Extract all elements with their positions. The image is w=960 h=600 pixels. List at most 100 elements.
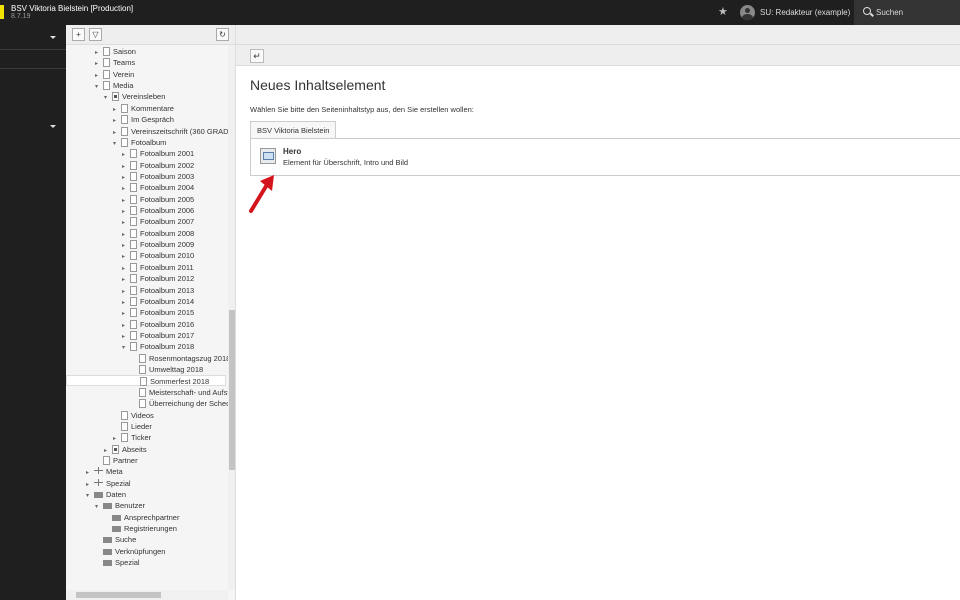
tree-horizontal-scrollbar[interactable] [66,590,228,600]
tree-node[interactable]: Meisterschaft- und Aufstiegsfeier [131,387,228,398]
hero-element-title[interactable]: Hero [283,147,301,156]
page-icon [121,433,128,443]
module-group-file[interactable] [0,114,66,139]
tree-node[interactable]: ▾ Fotoalbum [113,137,166,148]
tree-node[interactable]: Partner [95,455,138,466]
page-icon [130,183,137,193]
tree-node[interactable]: ▸ Fotoalbum 2008 [122,228,194,239]
tree-node[interactable]: ▸ Fotoalbum 2009 [122,239,194,250]
bookmark-star-icon[interactable]: ★ [718,6,728,18]
typo3-logo[interactable] [0,5,4,19]
tree-node[interactable]: Umwelttag 2018 [131,364,203,375]
folder-icon [103,537,112,544]
module-group-web[interactable] [0,25,66,50]
tree-node[interactable]: ▸ Meta [86,466,123,477]
refresh-tree-button[interactable]: ↻ [216,28,229,41]
tree-node[interactable]: ▾ Fotoalbum 2018 [122,341,194,352]
filter-button[interactable]: ▽ [89,28,102,41]
tree-node[interactable]: ▸ Fotoalbum 2016 [122,319,194,330]
tree-node[interactable]: ▸ Fotoalbum 2005 [122,194,194,205]
tree-vertical-scrollbar[interactable] [228,45,235,590]
tree-node[interactable]: Suche [95,534,136,545]
expand-collapse-icon[interactable]: ▾ [95,82,103,93]
tree-node[interactable]: ▸ Fotoalbum 2007 [122,216,194,227]
expand-collapse-icon[interactable]: ▾ [104,93,112,104]
tree-node-label: Sommerfest 2018 [150,377,210,387]
tree-node-label: Fotoalbum 2018 [140,342,195,352]
tree-node[interactable]: Ansprechpartner [104,512,179,523]
tree-node[interactable]: ▸ Fotoalbum 2014 [122,296,194,307]
tree-node-label: Fotoalbum 2009 [140,240,195,250]
content-area: ↵ Neues Inhaltselement Wählen Sie bitte … [236,25,960,600]
page-icon [121,410,128,420]
page-icon [130,331,137,340]
tree-node-label: Meta [106,467,123,477]
expand-collapse-icon[interactable]: ▾ [95,502,103,513]
tree-node[interactable]: ▸ Verein [95,69,134,80]
tree-node[interactable]: Registrierungen [104,523,177,534]
tree-node[interactable]: Verknüpfungen [95,546,165,557]
tree-node-label: Rosenmontagszug 2018 [149,353,228,363]
tree-node-label: Fotoalbum 2007 [140,217,195,227]
tree-node[interactable]: ▸ Fotoalbum 2010 [122,250,194,261]
tree-node[interactable]: ▸ Fotoalbum 2003 [122,171,194,182]
tree-node[interactable]: ▸ Fotoalbum 2012 [122,273,194,284]
tree-node[interactable]: ▸ Saison [95,46,136,57]
page-icon [130,149,137,159]
tree-node[interactable]: ▸ Fotoalbum 2017 [122,330,194,341]
page-icon [103,69,110,79]
tree-node[interactable]: ▸ Fotoalbum 2011 [122,262,194,273]
tree-node[interactable]: ▸ Im Gespräch [113,114,174,125]
tree-node[interactable]: ▸ Fotoalbum 2015 [122,307,194,318]
tree-node-label: Teams [113,58,136,68]
hero-element-description[interactable]: Element für Überschrift, Intro und Bild [283,158,408,167]
tree-node[interactable]: Lieder [113,421,152,432]
page-icon [103,58,110,68]
tab-bsv-viktoria-bielstein[interactable]: BSV Viktoria Bielstein [250,121,337,139]
tree-node-label: Ticker [131,433,152,443]
tree-node[interactable]: Spezial [95,557,140,568]
tree-node[interactable]: ▾ Benutzer [95,500,145,511]
module-menu [0,25,66,600]
page-icon [121,103,128,113]
tree-node[interactable]: ▸ Fotoalbum 2004 [122,182,194,193]
tree-node-label: Verknüpfungen [115,546,166,556]
folder-icon [103,560,112,567]
page-tree-panel: + ▽ ↻ ▸ Saison ▸ Teams ▸ Verein ▾ Media ▾ Vereins… [66,25,236,600]
page-icon [130,228,137,238]
tree-node-label: Kommentare [131,103,174,113]
search-button[interactable]: Suchen [854,0,960,25]
scroll-thumb[interactable] [76,592,161,598]
hero-element-icon[interactable] [260,148,276,164]
tree-node[interactable]: ▾ Vereinsleben [104,91,165,102]
tree-node[interactable]: ▸ Vereinszeitschrift (360 GRAD) [113,126,228,137]
tree-node[interactable]: ▸ Kommentare [113,103,174,114]
tree-node[interactable]: ▾ Daten [86,489,126,500]
tree-node[interactable]: Rosenmontagszug 2018 [131,353,228,364]
tree-node-label: Fotoalbum 2017 [140,331,195,340]
user-avatar[interactable] [740,5,755,20]
red-arrow-annotation [249,175,274,213]
user-menu-label[interactable]: SU: Redakteur (example) [760,8,850,17]
scroll-thumb[interactable] [229,310,235,470]
expand-collapse-icon[interactable]: ▾ [113,139,121,150]
new-page-button[interactable]: + [72,28,85,41]
tree-node[interactable]: Überreichung der Schecks [131,398,228,409]
tree-node[interactable]: ▸ Fotoalbum 2001 [122,148,194,159]
tree-node[interactable]: Videos [113,410,154,421]
page-icon [130,251,137,261]
tree-node[interactable]: ▾ Media [95,80,133,91]
tree-node[interactable]: ▸ Ticker [113,432,151,443]
tree-node[interactable]: ▸ Fotoalbum 2013 [122,285,194,296]
back-button[interactable]: ↵ [250,49,264,63]
tree-node[interactable]: ▸ Abseits [104,444,147,455]
tree-node[interactable]: ▸ Fotoalbum 2006 [122,205,194,216]
expand-collapse-icon[interactable]: ▾ [86,491,94,502]
tree-node[interactable]: ▸ Spezial [86,478,131,489]
tree-node-label: Daten [106,490,127,500]
tree-node-label: Fotoalbum 2011 [140,262,194,272]
expand-collapse-icon[interactable]: ▾ [122,343,130,354]
tree-node[interactable]: Sommerfest 2018 [66,375,226,387]
tree-node[interactable]: ▸ Teams [95,57,135,68]
tree-node[interactable]: ▸ Fotoalbum 2002 [122,160,194,171]
